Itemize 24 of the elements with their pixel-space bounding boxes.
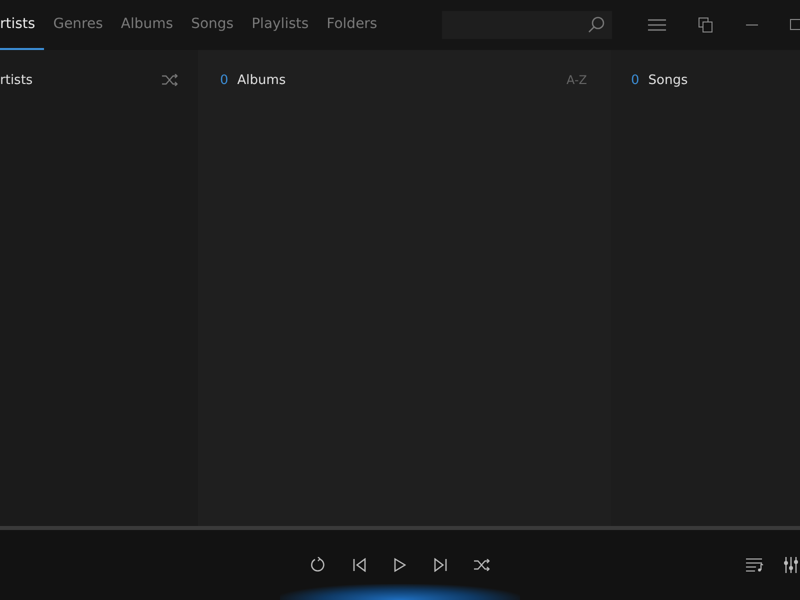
minimize-icon[interactable] xyxy=(746,24,758,26)
tab[interactable]: Albums xyxy=(112,0,182,50)
copy-icon[interactable] xyxy=(698,17,714,33)
column-title: Songs xyxy=(648,72,688,88)
tab[interactable]: Folders xyxy=(318,0,386,50)
equalizer-icon[interactable] xyxy=(784,557,798,573)
search-icon[interactable] xyxy=(586,15,606,35)
tab[interactable]: Playlists xyxy=(242,0,318,50)
item-count: 0 xyxy=(220,72,228,88)
column-title: rtists xyxy=(0,72,33,88)
previous-icon[interactable] xyxy=(353,558,367,572)
next-icon[interactable] xyxy=(433,558,447,572)
maximize-icon[interactable] xyxy=(790,19,800,31)
tab[interactable]: Songs xyxy=(182,0,243,50)
search-field[interactable] xyxy=(442,11,612,39)
repeat-icon[interactable] xyxy=(310,557,326,573)
sort-button[interactable]: A-Z xyxy=(566,73,587,87)
item-count: 0 xyxy=(631,72,640,88)
playlist-icon[interactable] xyxy=(746,558,764,572)
column-title: Albums xyxy=(237,72,286,88)
play-icon[interactable] xyxy=(394,558,406,572)
shuffle-icon[interactable] xyxy=(474,559,490,571)
menu-icon[interactable] xyxy=(648,18,666,32)
tab[interactable]: Genres xyxy=(44,0,112,50)
